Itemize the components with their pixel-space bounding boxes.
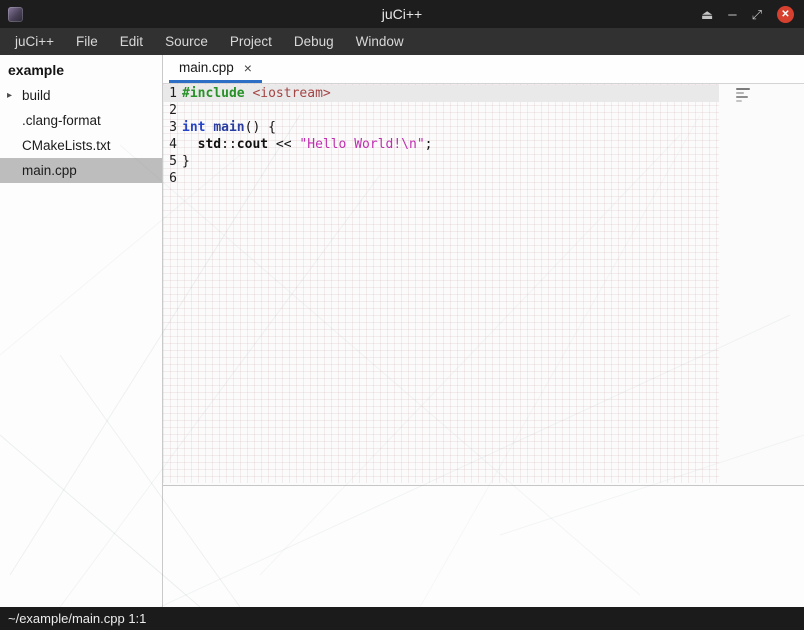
tab-label: main.cpp (179, 60, 234, 75)
tab-close-icon[interactable]: × (244, 61, 252, 75)
code-text: std::cout << "Hello World!\n"; (182, 136, 432, 153)
sidebar-item-main-cpp[interactable]: main.cpp (0, 158, 162, 183)
minimize-button[interactable]: – (728, 7, 736, 22)
token-pl: :: (221, 137, 237, 152)
code-line: 2 (163, 102, 804, 119)
file-label: build (22, 88, 51, 103)
status-text: ~/example/main.cpp 1:1 (8, 611, 146, 626)
close-button[interactable]: ✕ (777, 6, 794, 23)
output-panel (163, 485, 804, 607)
code-text: } (182, 153, 190, 170)
sidebar-item-cmakelists-txt[interactable]: CMakeLists.txt (0, 133, 162, 158)
eject-icon[interactable]: ⏏ (701, 8, 713, 21)
code-lines: 1#include <iostream>23int main() {4 std:… (163, 85, 804, 187)
line-number: 1 (166, 85, 177, 102)
content-area: example ▸ build .clang-format CMakeLists.tx… (0, 55, 804, 607)
token-fn: main (213, 120, 244, 135)
token-ns: cout (237, 137, 268, 152)
tabbar: main.cpp × (163, 55, 804, 84)
line-number: 2 (166, 102, 177, 119)
window-title: juCi++ (0, 6, 804, 22)
editor-column: main.cpp × 1 #include <iostream> 23 int mai… (163, 55, 804, 607)
tab-main-cpp[interactable]: main.cpp × (169, 55, 262, 83)
token-pp: #include (182, 86, 245, 101)
code-line: 4 std::cout << "Hello World!\n"; (163, 136, 804, 153)
token-pl: () { (245, 120, 276, 135)
file-tree: ▸ build .clang-format CMakeLists.txt main.cp… (0, 83, 162, 183)
file-label: CMakeLists.txt (22, 138, 111, 153)
token-pl (182, 137, 198, 152)
code-line: 3 int main() { (163, 119, 804, 136)
code-text: #include <iostream> (182, 85, 331, 102)
file-tree-root: example (0, 55, 162, 83)
line-number: 6 (166, 170, 177, 187)
menu-item-project[interactable]: Project (219, 29, 283, 54)
titlebar: juCi++ ⏏ – ⤢ ✕ (0, 0, 804, 28)
line-number: 3 (166, 119, 177, 136)
statusbar: ~/example/main.cpp 1:1 (0, 607, 804, 630)
code-line: 5} (163, 153, 804, 170)
code-line: 1 #include <iostream> (163, 85, 719, 102)
token-pl: << (268, 137, 299, 152)
menu-item-debug[interactable]: Debug (283, 29, 345, 54)
line-number: 4 (166, 136, 177, 153)
window-controls: ⏏ – ⤢ ✕ (701, 6, 794, 23)
token-pl: } (182, 154, 190, 169)
line-number: 5 (166, 153, 177, 170)
menubar: juCi++FileEditSourceProjectDebugWindow (0, 28, 804, 55)
token-kw: int (182, 120, 205, 135)
menu-item-edit[interactable]: Edit (109, 29, 154, 54)
menu-item-file[interactable]: File (65, 29, 109, 54)
token-ns: std (198, 137, 221, 152)
menu-item-window[interactable]: Window (345, 29, 415, 54)
juci-window: juCi++ ⏏ – ⤢ ✕ juCi++FileEditSourceProje… (0, 0, 804, 630)
expander-icon[interactable]: ▸ (7, 90, 12, 101)
file-label: main.cpp (22, 163, 77, 178)
token-pl: ; (425, 137, 433, 152)
menu-item-source[interactable]: Source (154, 29, 219, 54)
code-line: 6 (163, 170, 804, 187)
sidebar-item-clang-format[interactable]: .clang-format (0, 108, 162, 133)
minimap (736, 88, 752, 102)
code-text: int main() { (182, 119, 276, 136)
token-inc: <iostream> (252, 86, 330, 101)
menu-item-juci[interactable]: juCi++ (4, 29, 65, 54)
code-editor[interactable]: 1#include <iostream>23int main() {4 std:… (163, 84, 804, 485)
sidebar: example ▸ build .clang-format CMakeLists.tx… (0, 55, 163, 607)
restore-button[interactable]: ⤢ (752, 8, 762, 21)
sidebar-item-build[interactable]: ▸ build (0, 83, 162, 108)
file-label: .clang-format (22, 113, 101, 128)
token-str: "Hello World!\n" (299, 137, 424, 152)
